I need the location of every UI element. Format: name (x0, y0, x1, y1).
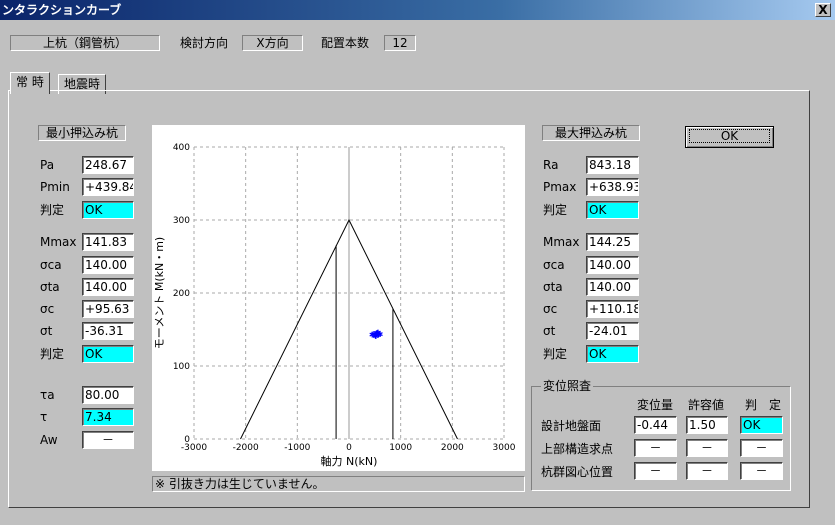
judge-value: － (740, 462, 783, 480)
window-title: ンタラクションカーブ (2, 3, 122, 17)
disp-row-label: 杭群図心位置 (541, 465, 614, 479)
ok-button-label: OK (689, 129, 770, 143)
row-label: Pmin (40, 180, 70, 194)
row-label: σta (40, 280, 60, 294)
data-point: ✱ (375, 328, 382, 337)
row-label: σt (40, 324, 53, 338)
disp-value: － (634, 462, 677, 480)
row-label: τa (40, 388, 55, 402)
row-value: 7.34 (82, 408, 134, 426)
row-label: 判定 (40, 347, 65, 361)
y-axis-label: モーメント M(kN・m) (153, 237, 166, 349)
col-allow-header: 許容値 (688, 398, 725, 412)
x-tick-label: 1000 (389, 443, 412, 453)
note-text: ※ 引抜き力は生じていません。 (152, 476, 525, 492)
row-value: 843.18 (586, 156, 639, 174)
row-label: σt (543, 324, 556, 338)
row-label: Mmax (543, 235, 580, 249)
x-tick-label: -2000 (233, 443, 259, 453)
tab-normal[interactable]: 常 時 (10, 72, 50, 94)
col-disp-header: 変位量 (637, 398, 674, 412)
row-value: +439.84 (82, 178, 134, 196)
row-label: Pa (40, 158, 55, 172)
allow-value: 1.50 (686, 416, 728, 434)
row-label: 判定 (543, 203, 568, 217)
row-value: -36.31 (82, 322, 134, 340)
row-label: 判定 (40, 203, 65, 217)
close-button[interactable]: X (815, 3, 831, 17)
row-label: Mmax (40, 235, 77, 249)
row-label: Ra (543, 158, 559, 172)
row-label: 判定 (543, 347, 568, 361)
row-value: OK (82, 201, 134, 219)
row-value: +95.63 (82, 300, 134, 318)
chart-svg: -3000 -2000 -1000 0 1000 2000 3000010020030040… (153, 143, 516, 468)
row-value: OK (586, 345, 639, 363)
row-label: Aw (40, 433, 58, 447)
col-judge-header: 判 定 (745, 398, 782, 412)
y-tick-label: 0 (184, 435, 190, 445)
row-value: +110.18 (586, 300, 639, 318)
row-label: σca (40, 258, 62, 272)
min-pile-title: 最小押込み杭 (38, 125, 126, 141)
row-label: σc (40, 302, 55, 316)
x-tick-label: -1000 (284, 443, 310, 453)
allow-value: － (686, 462, 728, 480)
x-tick-label: 0 (346, 443, 352, 453)
direction-value: X方向 (242, 35, 303, 51)
row-value: 248.67 (82, 156, 134, 174)
direction-label: 検討方向 (180, 36, 229, 50)
interaction-chart: -3000 -2000 -1000 0 1000 2000 3000 0 100 200 300 40… (152, 125, 525, 471)
row-label: σta (543, 280, 563, 294)
disp-row-label: 上部構造求点 (541, 442, 614, 456)
count-label: 配置本数 (321, 36, 370, 50)
count-value: 12 (384, 35, 416, 51)
row-value: 80.00 (82, 386, 134, 404)
window-titlebar: ンタラクションカーブ (0, 0, 835, 20)
judge-value: － (740, 439, 783, 457)
row-value: OK (82, 345, 134, 363)
disp-row-label: 設計地盤面 (541, 419, 602, 433)
row-label: Pmax (543, 180, 577, 194)
row-value: -24.01 (586, 322, 639, 340)
row-value: 140.00 (586, 256, 639, 274)
row-value: 140.00 (82, 278, 134, 296)
pile-type-display: 上杭（鋼管杭） (10, 35, 160, 51)
row-value: － (82, 431, 134, 449)
y-tick-label: 400 (173, 143, 190, 153)
y-tick-label: 100 (173, 362, 190, 372)
x-axis-label: 軸力 N(kN) (321, 454, 378, 468)
max-pile-title: 最大押込み杭 (542, 125, 640, 141)
row-value: 140.00 (586, 278, 639, 296)
row-value: 144.25 (586, 233, 639, 251)
row-value: OK (586, 201, 639, 219)
disp-value: -0.44 (634, 416, 677, 434)
allow-value: － (686, 439, 728, 457)
row-value: +638.93 (586, 178, 639, 196)
y-tick-label: 300 (173, 216, 190, 226)
row-label: σca (543, 258, 565, 272)
disp-value: － (634, 439, 677, 457)
x-tick-label: 2000 (441, 443, 464, 453)
x-tick-label: 3000 (493, 443, 516, 453)
row-value: 141.83 (82, 233, 134, 251)
row-label: σc (543, 302, 558, 316)
y-tick-label: 200 (173, 289, 190, 299)
judge-value: OK (740, 416, 783, 434)
row-value: 140.00 (82, 256, 134, 274)
ok-button[interactable]: OK (685, 126, 774, 148)
row-label: τ (40, 410, 48, 424)
displacement-legend: 変位照査 (541, 379, 594, 393)
